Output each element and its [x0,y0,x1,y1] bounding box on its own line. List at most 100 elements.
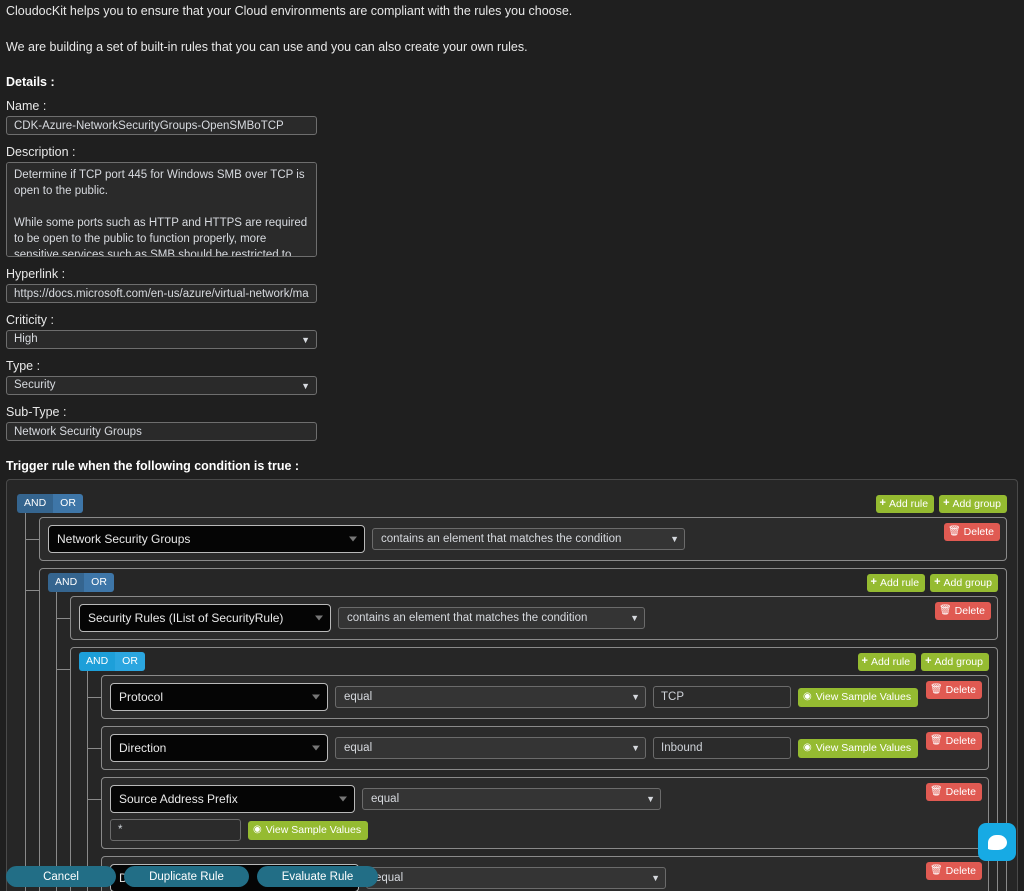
and-button-level-3[interactable]: AND [79,652,116,671]
or-button-level-2[interactable]: OR [84,573,114,592]
details-heading: Details : [6,75,55,89]
operator-select-source-address-prefix[interactable]: equal ▼ [362,788,661,810]
delete-rule-button-security-rules[interactable]: 🗑 Delete [934,602,991,620]
operator-select-protocol[interactable]: equal ▼ [335,686,646,708]
operator-select-security-rules-value: contains an element that matches the con… [347,612,588,624]
chevron-down-icon: ▼ [631,743,640,753]
evaluate-rule-button[interactable]: Evaluate Rule [257,866,378,887]
and-or-toggle-level-1[interactable]: AND OR [17,494,83,513]
sample-label: View Sample Values [815,691,912,703]
rule-line-source-address-prefix-value: ◉ View Sample Values [110,819,980,841]
view-sample-values-button-source-address-prefix[interactable]: ◉ View Sample Values [248,820,369,840]
chevron-down-icon [339,796,347,802]
and-or-toggle-level-2[interactable]: AND OR [48,573,114,592]
operator-select-direction-value: equal [344,742,373,754]
rule-row-network-security-groups: 🗑 Delete Network Security Groups contain… [26,517,1007,561]
name-input[interactable] [6,116,317,135]
rule-row-security-rules: 🗑 Delete Security Rules (IList of Securi… [57,596,998,640]
delete-rule-button-source-address-prefix[interactable]: 🗑 Delete [925,783,982,801]
description-textarea[interactable]: Determine if TCP port 445 for Windows SM… [6,162,317,257]
duplicate-rule-button[interactable]: Duplicate Rule [124,866,249,887]
field-select-protocol[interactable]: Protocol [110,683,328,711]
view-sample-values-button-direction[interactable]: ◉ View Sample Values [798,738,919,758]
add-rule-label: Add rule [879,576,920,589]
type-label: Type : [6,359,41,373]
add-group-button-level-1[interactable]: + Add group [939,494,1007,513]
type-select[interactable]: Security ▼ [6,376,317,395]
field-select-protocol-value: Protocol [119,690,164,704]
criticity-select[interactable]: High ▼ [6,330,317,349]
add-rule-button-level-2[interactable]: + Add rule [866,573,926,592]
chevron-down-icon [349,536,357,542]
chevron-down-icon: ▼ [631,692,640,702]
cancel-button[interactable]: Cancel [6,866,116,887]
delete-label: Delete [945,735,976,747]
field-select-direction[interactable]: Direction [110,734,328,762]
query-builder: AND OR + Add rule + Add group 🗑 Delete N… [6,479,1018,891]
chat-widget-button[interactable] [978,823,1016,861]
group-header-level-2: AND OR + Add rule + Add group [48,573,998,592]
value-input-source-address-prefix[interactable] [110,819,241,841]
field-select-direction-value: Direction [119,741,167,755]
rule-details-form: CloudocKit helps you to ensure that your… [0,4,1024,473]
add-group-button-level-3[interactable]: + Add group [921,652,989,671]
sample-label: View Sample Values [265,824,362,836]
footer-actions: Cancel Duplicate Rule Evaluate Rule [0,866,1024,887]
chevron-down-icon: ▼ [630,613,639,623]
hyperlink-input[interactable] [6,284,317,303]
operator-select-security-rules[interactable]: contains an element that matches the con… [338,607,645,629]
group-actions-level-3: + Add rule + Add group [857,652,989,671]
description-label: Description : [6,145,76,159]
delete-rule-button-nsg[interactable]: 🗑 Delete [943,523,1000,541]
group-actions-level-2: + Add rule + Add group [866,573,998,592]
and-button-level-1[interactable]: AND [17,494,54,513]
field-select-nsg[interactable]: Network Security Groups [48,525,365,553]
rule-line-protocol: Protocol equal ▼ ◉ [110,683,980,711]
sample-label: View Sample Values [815,742,912,754]
delete-rule-button-protocol[interactable]: 🗑 Delete [925,681,982,699]
view-sample-values-button-protocol[interactable]: ◉ View Sample Values [798,687,919,707]
or-button-level-1[interactable]: OR [53,494,83,513]
group-actions-level-1: + Add rule + Add group [875,494,1007,513]
subtype-input[interactable] [6,422,317,441]
and-or-toggle-level-3[interactable]: AND OR [79,652,145,671]
plus-icon: + [943,497,950,509]
add-rule-label: Add rule [870,655,911,668]
subtype-label: Sub-Type : [6,405,67,419]
delete-label: Delete [954,605,985,617]
rule-row-protocol: 🗑 Delete Protocol equal ▼ TCP ◉ View Sam… [88,675,989,719]
name-label: Name : [6,99,47,113]
operator-select-nsg[interactable]: contains an element that matches the con… [372,528,685,550]
add-group-label: Add group [952,497,1001,510]
rule-group-level-2: AND OR + Add rule + Add group 🗑 Delete S… [26,568,1007,891]
rule-line-security-rules: Security Rules (IList of SecurityRule) c… [79,604,989,632]
add-rule-button-level-1[interactable]: + Add rule [875,494,935,513]
add-group-label: Add group [934,655,983,668]
delete-rule-button-direction[interactable]: 🗑 Delete [925,732,982,750]
operator-select-direction[interactable]: equal ▼ [335,737,646,759]
chevron-down-icon: ▼ [301,381,310,391]
delete-label: Delete [945,684,976,696]
group-header-level-1: AND OR + Add rule + Add group [17,494,1007,513]
intro-line-1: CloudocKit helps you to ensure that your… [6,4,573,18]
group-header-level-3: AND OR + Add rule + Add group [79,652,989,671]
value-input-protocol[interactable] [653,686,791,708]
add-rule-button-level-3[interactable]: + Add rule [857,652,917,671]
operator-select-protocol-value: equal [344,691,373,703]
chevron-down-icon: ▼ [301,335,310,345]
and-button-level-2[interactable]: AND [48,573,85,592]
add-group-button-level-2[interactable]: + Add group [930,573,998,592]
criticity-label: Criticity : [6,313,54,327]
field-select-source-address-prefix-value: Source Address Prefix [119,792,238,806]
eye-icon: ◉ [803,742,812,753]
chevron-down-icon [312,745,320,751]
intro-line-2: We are building a set of built-in rules … [6,40,528,54]
field-select-security-rules[interactable]: Security Rules (IList of SecurityRule) [79,604,331,632]
value-input-direction[interactable] [653,737,791,759]
eye-icon: ◉ [803,691,812,702]
field-select-security-rules-value: Security Rules (IList of SecurityRule) [88,611,284,625]
field-select-source-address-prefix[interactable]: Source Address Prefix [110,785,355,813]
or-button-level-3[interactable]: OR [115,652,145,671]
type-value: Security [14,379,56,391]
operator-select-source-address-prefix-value: equal [371,793,400,805]
